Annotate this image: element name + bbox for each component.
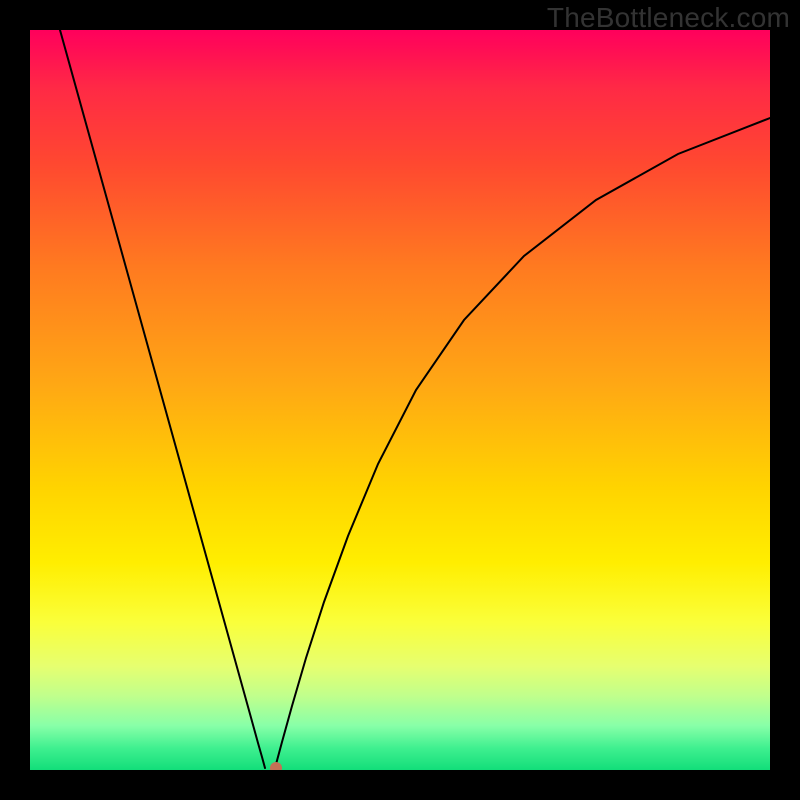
plot-area [30,30,770,770]
chart-container: TheBottleneck.com [0,0,800,800]
curve-svg [30,30,770,770]
watermark-text: TheBottleneck.com [547,2,790,34]
curve-right-branch [275,118,770,768]
optimum-dot-icon [270,762,282,770]
curve-left-branch [60,30,265,768]
